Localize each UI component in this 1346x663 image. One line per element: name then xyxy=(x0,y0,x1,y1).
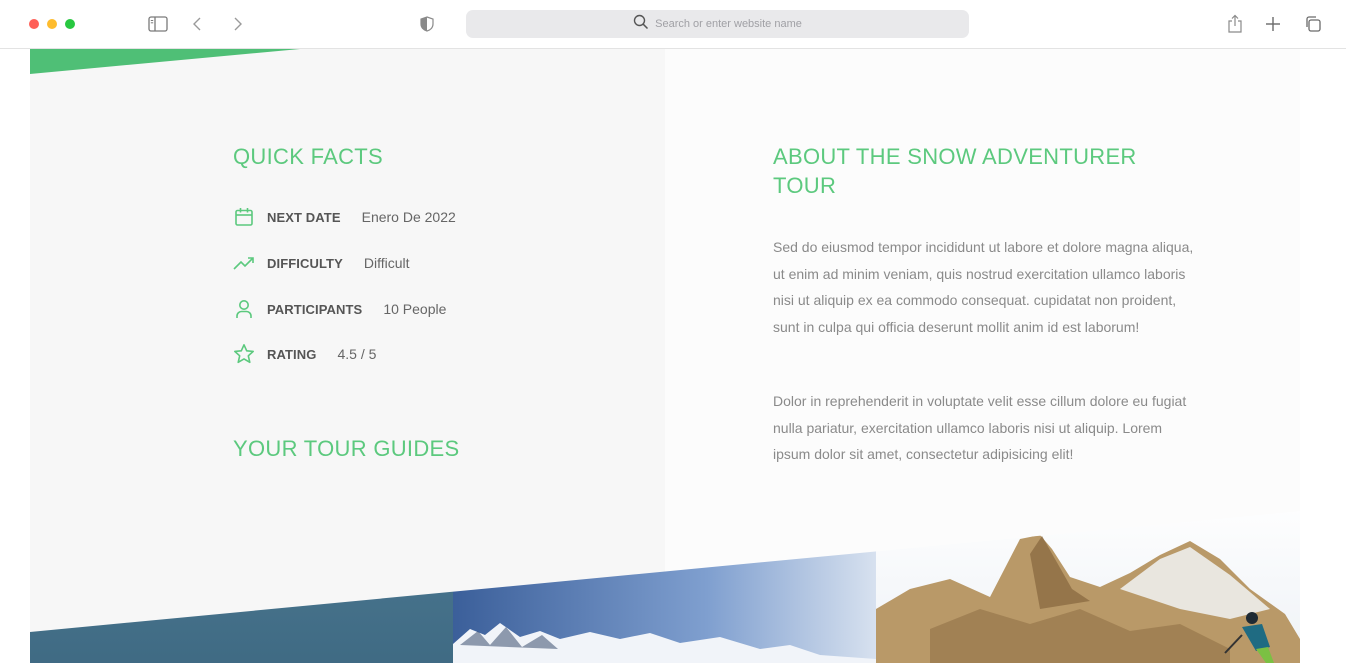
tour-details-section: QUICK FACTS NEXT DATE Enero De 2022 DIFF… xyxy=(30,49,1300,663)
close-window-button[interactable] xyxy=(29,19,39,29)
address-bar[interactable]: Search or enter website name xyxy=(466,10,969,38)
zoom-window-button[interactable] xyxy=(65,19,75,29)
gallery-photo-1[interactable] xyxy=(30,489,453,663)
search-icon xyxy=(633,14,649,35)
back-icon[interactable] xyxy=(186,13,208,35)
tabs-icon[interactable] xyxy=(1302,13,1324,35)
sidebar-icon[interactable] xyxy=(147,13,169,35)
forward-icon[interactable] xyxy=(227,13,249,35)
gallery-photo-2[interactable] xyxy=(453,489,876,663)
minimize-window-button[interactable] xyxy=(47,19,57,29)
gallery-photo-3[interactable] xyxy=(876,489,1300,663)
browser-toolbar: Search or enter website name xyxy=(0,0,1346,49)
web-page: QUICK FACTS NEXT DATE Enero De 2022 DIFF… xyxy=(0,49,1346,663)
share-icon[interactable] xyxy=(1224,13,1246,35)
plus-icon[interactable] xyxy=(1262,13,1284,35)
address-bar-placeholder: Search or enter website name xyxy=(655,18,802,30)
shield-icon[interactable] xyxy=(416,13,438,35)
photo-gallery xyxy=(30,489,1300,663)
